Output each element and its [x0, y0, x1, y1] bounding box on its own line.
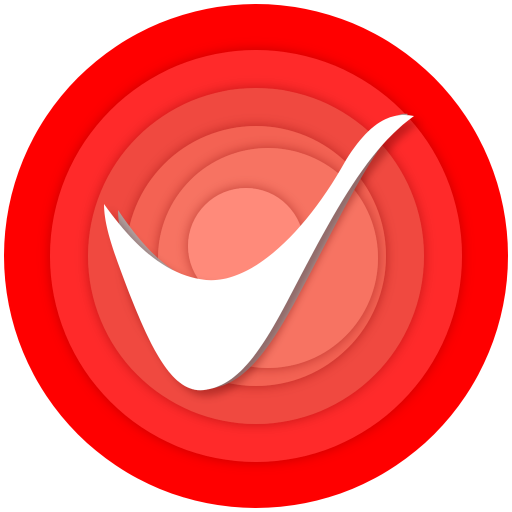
checkmark-app-icon	[4, 4, 508, 508]
icon-canvas	[0, 0, 512, 512]
